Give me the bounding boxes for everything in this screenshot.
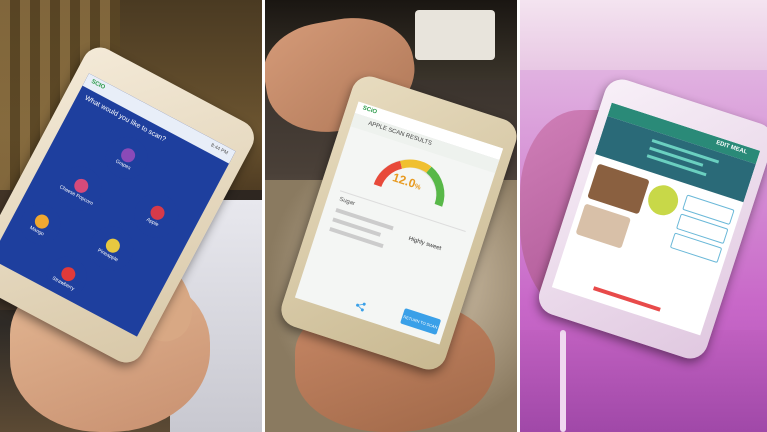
menu-item-grapes[interactable]: Grapes <box>98 129 156 187</box>
display-shelf <box>520 0 767 70</box>
charging-cable <box>560 330 566 432</box>
photo-collage: SCIO 8:44 PM What would you like to scan… <box>0 0 767 432</box>
food-photo[interactable] <box>644 181 683 220</box>
white-basket <box>415 10 495 60</box>
menu-item-mango[interactable]: Mango <box>13 197 68 252</box>
menu-item-strawberry[interactable]: Strawberry <box>39 249 94 304</box>
display-counter <box>520 330 767 432</box>
photo-panel-scan-menu: SCIO 8:44 PM What would you like to scan… <box>0 0 262 432</box>
photo-panel-edit-meal: EDIT MEAL <box>520 0 767 432</box>
brand-mark: SCIO <box>90 78 106 91</box>
status-time: 8:44 PM <box>209 142 229 157</box>
food-photo[interactable] <box>575 203 632 249</box>
brand-mark: SCiO <box>361 105 378 116</box>
detail-label: Highly sweet <box>407 235 442 253</box>
delete-meal-link[interactable] <box>592 286 661 312</box>
share-icon[interactable] <box>355 297 368 312</box>
menu-item-pineapple[interactable]: Pineapple <box>81 218 142 279</box>
return-to-scan-button[interactable]: RETURN TO SCAN <box>400 308 442 335</box>
gauge-label: Sugar <box>338 196 356 208</box>
photo-panel-scan-results: SCiO APPLE SCAN RESULTS 12.0% Sugar High… <box>265 0 517 432</box>
menu-item-apple[interactable]: Apple <box>126 185 186 246</box>
menu-item-cheese-popcorn[interactable]: Cheese Popcorn <box>50 158 110 219</box>
